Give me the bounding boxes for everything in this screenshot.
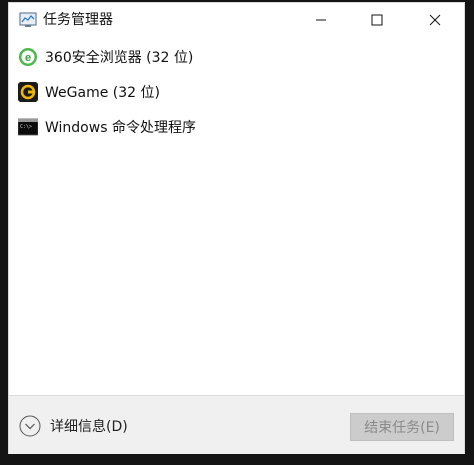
close-icon (429, 14, 441, 26)
details-toggle[interactable]: 详细信息(D) (19, 414, 128, 438)
process-label: Windows 命令处理程序 (45, 119, 196, 136)
maximize-button[interactable] (354, 3, 400, 37)
window-title: 任务管理器 (43, 12, 113, 28)
task-manager-window: 任务管理器 e 360安全浏览器 (32 位) WeGame (32 位) C:… (8, 2, 465, 454)
end-task-button[interactable]: 结束任务(E) (350, 413, 454, 441)
wegame-icon (18, 81, 38, 102)
minimize-button[interactable] (298, 3, 344, 37)
process-item-wegame[interactable]: WeGame (32 位) (9, 74, 464, 109)
process-item-cmd[interactable]: C:\> Windows 命令处理程序 (9, 109, 464, 144)
process-label: 360安全浏览器 (32 位) (45, 49, 194, 66)
cmd-icon: C:\> (18, 118, 38, 135)
process-item-360-browser[interactable]: e 360安全浏览器 (32 位) (9, 39, 464, 74)
process-label: WeGame (32 位) (45, 84, 160, 101)
process-list: e 360安全浏览器 (32 位) WeGame (32 位) C:\> Win… (9, 39, 464, 144)
close-button[interactable] (412, 3, 458, 37)
task-manager-icon (19, 12, 37, 27)
title-bar[interactable]: 任务管理器 (9, 3, 464, 37)
footer-bar: 详细信息(D) 结束任务(E) (9, 395, 464, 454)
details-label: 详细信息(D) (50, 419, 128, 435)
chevron-down-icon (19, 415, 41, 437)
desktop-frame: 任务管理器 e 360安全浏览器 (32 位) WeGame (32 位) C:… (0, 0, 474, 465)
maximize-icon (371, 14, 383, 26)
svg-text:e: e (25, 52, 31, 64)
360-browser-icon: e (19, 47, 37, 66)
svg-text:C:\>: C:\> (20, 124, 32, 130)
minimize-icon (316, 19, 326, 21)
